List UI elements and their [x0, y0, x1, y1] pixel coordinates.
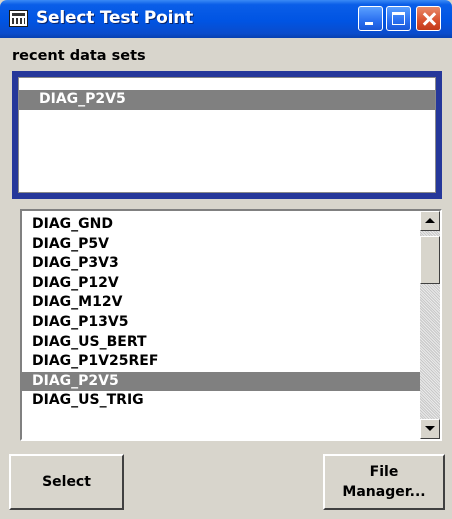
list-item-selected[interactable]: DIAG_P2V5: [22, 371, 420, 392]
file-manager-label-line2: Manager...: [342, 484, 426, 500]
window-title: Select Test Point: [36, 8, 194, 28]
list-item[interactable]: DIAG_P1V25REF: [22, 352, 420, 372]
recent-data-sets-label: recent data sets: [12, 48, 146, 64]
scroll-up-arrow-icon[interactable]: [420, 211, 440, 231]
recent-data-sets-list[interactable]: DIAG_P2V5: [18, 77, 436, 193]
select-button[interactable]: Select: [9, 454, 124, 510]
vertical-scrollbar[interactable]: [420, 211, 440, 439]
recent-item[interactable]: DIAG_P2V5: [19, 90, 435, 110]
test-point-items: DIAG_GND DIAG_P5V DIAG_P3V3 DIAG_P12V DI…: [22, 211, 420, 439]
list-item[interactable]: DIAG_P3V3: [22, 254, 420, 274]
maximize-button[interactable]: [386, 6, 411, 31]
file-manager-button[interactable]: File Manager...: [323, 454, 445, 510]
list-item[interactable]: DIAG_GND: [22, 215, 420, 235]
scroll-down-arrow-icon[interactable]: [420, 419, 440, 439]
scrollbar-thumb[interactable]: [420, 236, 440, 284]
test-point-list[interactable]: DIAG_GND DIAG_P5V DIAG_P3V3 DIAG_P12V DI…: [20, 209, 442, 441]
select-test-point-dialog: Select Test Point recent data sets DIAG_…: [0, 0, 452, 519]
list-item[interactable]: DIAG_US_TRIG: [22, 391, 420, 411]
title-bar[interactable]: Select Test Point: [0, 0, 452, 38]
minimize-button[interactable]: [358, 6, 383, 31]
keyboard-icon: [9, 10, 28, 27]
list-item[interactable]: DIAG_M12V: [22, 293, 420, 313]
list-item[interactable]: DIAG_P13V5: [22, 313, 420, 333]
file-manager-label-line1: File: [369, 464, 399, 480]
list-item[interactable]: DIAG_P12V: [22, 274, 420, 294]
list-item[interactable]: DIAG_P5V: [22, 235, 420, 255]
select-button-label: Select: [42, 474, 91, 490]
recent-data-sets-frame: DIAG_P2V5: [12, 71, 442, 199]
close-button[interactable]: [416, 6, 441, 31]
list-item[interactable]: DIAG_US_BERT: [22, 333, 420, 353]
